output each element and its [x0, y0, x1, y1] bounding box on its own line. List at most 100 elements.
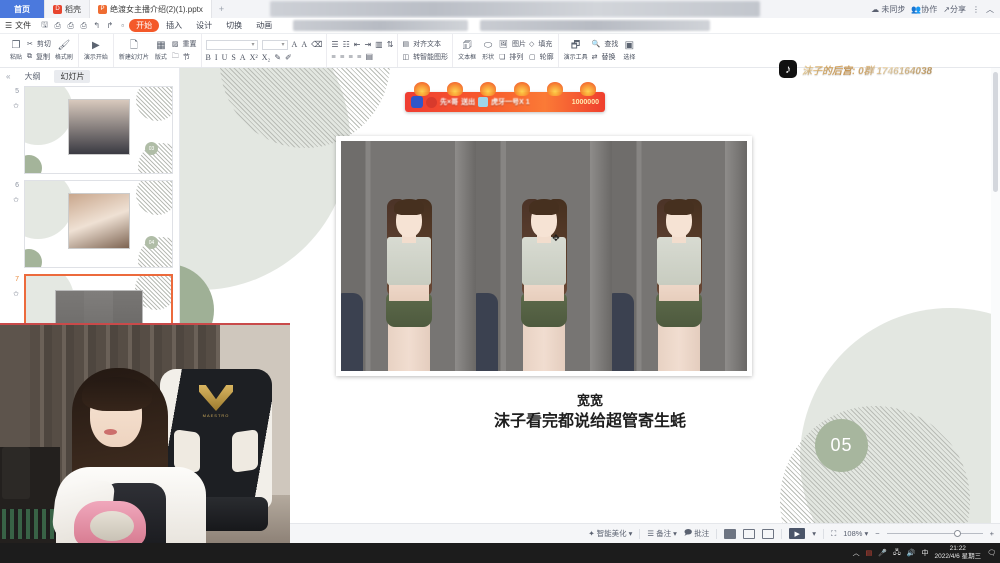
canvas-scrollbar[interactable]	[991, 68, 1000, 523]
tab-home[interactable]: 首页	[0, 0, 45, 18]
tab-outline[interactable]: 大纲	[18, 70, 46, 83]
layout-button[interactable]: ▦ 版式	[153, 40, 169, 61]
collaborate-button[interactable]: 👥协作	[911, 4, 937, 15]
ribbon-tab-transitions[interactable]: 切换	[219, 19, 249, 32]
network-icon[interactable]: 🖧	[893, 548, 901, 559]
new-slide-button[interactable]: 🗋 新建幻灯片	[118, 40, 150, 61]
battery-icon[interactable]: ▤	[866, 549, 873, 557]
play-dropdown-icon[interactable]: ▾	[812, 529, 816, 538]
clock[interactable]: 21:22 2022/4/6 星期三	[935, 545, 982, 561]
slide-thumbnail-item-5[interactable]: 5 ✩ 03	[0, 86, 173, 174]
microphone-icon[interactable]: 🎤	[878, 549, 887, 557]
ribbon-tab-insert[interactable]: 插入	[159, 19, 189, 32]
bold-button[interactable]: B	[206, 53, 211, 62]
normal-view-icon[interactable]	[724, 528, 737, 539]
decrease-indent-button[interactable]: ⇤	[354, 40, 361, 49]
align-left-button[interactable]: ≡	[331, 52, 336, 61]
present-tools-button[interactable]: 🗗 演示工具	[563, 40, 589, 61]
distribute-button[interactable]: ▤	[365, 52, 373, 61]
shrink-font-icon[interactable]: A	[301, 40, 307, 49]
align-text-button[interactable]: ▤ 对齐文本	[402, 39, 448, 49]
zoom-slider[interactable]	[886, 529, 983, 539]
save-as-icon[interactable]: ⎙	[51, 19, 64, 32]
select-button[interactable]: ▣ 选择	[621, 40, 637, 61]
scrollbar-thumb[interactable]	[993, 72, 998, 192]
increase-indent-button[interactable]: ⇥	[364, 40, 371, 49]
tab-docer[interactable]: D 稻壳	[45, 0, 90, 18]
collapse-ribbon-icon[interactable]: ︿	[986, 4, 994, 15]
align-right-button[interactable]: ≡	[348, 52, 353, 61]
zoom-slider-knob[interactable]	[953, 530, 961, 537]
notes-button[interactable]: ☰ 备注 ▾	[647, 528, 677, 539]
start-slideshow-button[interactable]: ▶ 演示开始	[83, 40, 109, 61]
slide-thumbnail[interactable]: 04	[24, 180, 173, 268]
fit-slide-icon[interactable]: ⛶	[831, 529, 836, 539]
ribbon-tab-animations[interactable]: 动画	[249, 19, 279, 32]
save-icon[interactable]: 🖫	[38, 19, 51, 32]
picture-button[interactable]: 🖼 图片	[499, 39, 526, 49]
cut-button[interactable]: ✂ 剪切	[27, 39, 51, 49]
tab-slides[interactable]: 幻灯片	[54, 69, 91, 83]
find-button[interactable]: 🔍 查找	[592, 39, 619, 49]
file-menu-button[interactable]: ☰ 文件	[0, 20, 38, 31]
convert-smartart-button[interactable]: ◫ 转智能图形	[402, 52, 448, 62]
print-icon[interactable]: ⎙	[64, 19, 77, 32]
justify-button[interactable]: ≡	[357, 52, 362, 61]
tab-document[interactable]: P 绝渡女主播介绍(2)(1).pptx	[90, 0, 212, 18]
font-size-input[interactable]: ▾	[261, 39, 288, 50]
share-button[interactable]: ↗分享	[943, 4, 966, 15]
ribbon-tab-design[interactable]: 设计	[189, 19, 219, 32]
outline-button[interactable]: ▢ 轮廓	[529, 52, 554, 62]
font-name-input[interactable]: ▾	[205, 39, 258, 50]
text-color-button[interactable]: A	[240, 53, 246, 62]
copy-button[interactable]: ⧉ 复制	[27, 52, 51, 62]
underline-button[interactable]: U	[222, 53, 228, 62]
highlight-button[interactable]: ✎	[274, 53, 281, 62]
play-slideshow-button[interactable]: ▶	[789, 528, 806, 539]
strikethrough-button[interactable]: S	[231, 53, 235, 62]
clear-format-icon[interactable]: ⌫	[311, 40, 322, 49]
new-tab-button[interactable]: +	[212, 0, 231, 18]
tray-chevron-icon[interactable]: ︿	[853, 548, 860, 558]
redo-icon[interactable]: ↱	[103, 19, 116, 32]
more-options-icon[interactable]: ⋮	[972, 5, 980, 14]
slide-photo-frame[interactable]: ✥	[336, 136, 752, 376]
current-slide[interactable]: ✥ 宽宽 沫子看完都说给超管寄生蚝 05	[180, 68, 1000, 523]
align-center-button[interactable]: ≡	[340, 52, 345, 61]
text-effect-button[interactable]: ✐	[285, 53, 292, 62]
zoom-out-button[interactable]: −	[875, 529, 879, 538]
reading-view-icon[interactable]	[762, 528, 775, 539]
line-spacing-button[interactable]: ⇅	[387, 40, 394, 49]
quick-access-dropdown-icon[interactable]: ▫	[116, 19, 129, 32]
reset-button[interactable]: ▨ 重置	[172, 39, 197, 49]
comments-button[interactable]: 🗩 批注	[684, 527, 709, 540]
fill-button[interactable]: ◇ 填充	[529, 39, 554, 49]
replace-button[interactable]: ⇄ 替换	[592, 52, 619, 62]
textbox-button[interactable]: 🗊 文本框	[457, 40, 477, 61]
volume-icon[interactable]: 🔊	[907, 549, 916, 557]
ribbon-tab-home[interactable]: 开始	[129, 19, 160, 32]
section-button[interactable]: 🗀 节	[172, 52, 197, 63]
print-preview-icon[interactable]: ⎙	[77, 19, 90, 32]
numbering-button[interactable]: ☷	[343, 40, 350, 49]
arrange-button[interactable]: ❏ 排列	[499, 52, 526, 62]
slide-sorter-icon[interactable]	[743, 528, 756, 539]
zoom-in-button[interactable]: +	[990, 529, 994, 538]
slide-caption-subtitle[interactable]: 沫子看完都说给超管寄生蚝	[180, 407, 1000, 431]
slide-thumbnail[interactable]: 03	[24, 86, 173, 174]
notification-icon[interactable]: 🗨	[987, 549, 996, 557]
smart-beautify-button[interactable]: ✦ 智能美化 ▾	[588, 528, 632, 539]
columns-button[interactable]: ▥	[375, 40, 383, 49]
superscript-button[interactable]: X²	[250, 53, 258, 62]
italic-button[interactable]: I	[215, 53, 218, 62]
grow-font-icon[interactable]: A	[292, 40, 298, 49]
collapse-panel-icon[interactable]: «	[6, 72, 10, 81]
shapes-button[interactable]: ⬭ 形状	[480, 40, 496, 61]
sync-status[interactable]: ☁ 未同步	[871, 4, 905, 15]
subscript-button[interactable]: X₂	[262, 53, 271, 62]
zoom-level[interactable]: 108% ▾	[843, 529, 868, 538]
undo-icon[interactable]: ↰	[90, 19, 103, 32]
bullets-button[interactable]: ☰	[331, 40, 338, 49]
paste-button[interactable]: ❐ 粘贴	[8, 40, 24, 61]
format-painter-button[interactable]: 🖌 格式刷	[54, 40, 74, 61]
